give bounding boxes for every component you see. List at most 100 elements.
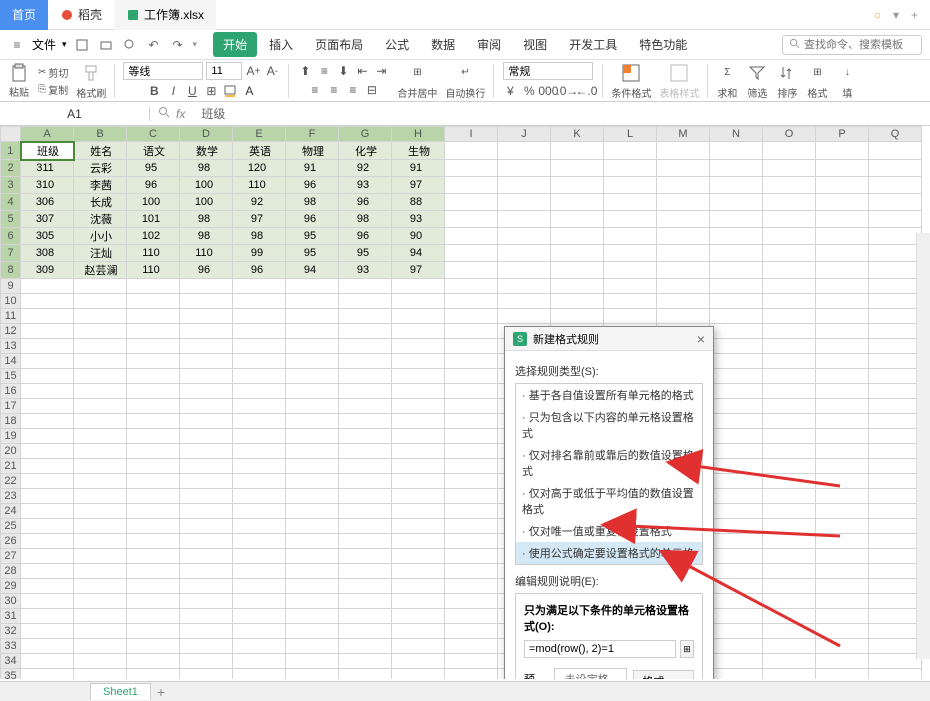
cell[interactable] bbox=[74, 369, 127, 384]
row-header[interactable]: 18 bbox=[1, 414, 21, 429]
cell[interactable] bbox=[710, 534, 763, 549]
cell[interactable] bbox=[180, 504, 233, 519]
cell[interactable]: 94 bbox=[392, 245, 445, 262]
cell[interactable] bbox=[551, 279, 604, 294]
cell[interactable] bbox=[763, 262, 816, 279]
format-btn[interactable]: ⊞ 格式 bbox=[806, 62, 828, 100]
cell[interactable] bbox=[763, 339, 816, 354]
cell[interactable]: 110 bbox=[180, 245, 233, 262]
cell[interactable] bbox=[445, 194, 498, 211]
cell[interactable] bbox=[710, 564, 763, 579]
cell[interactable] bbox=[180, 294, 233, 309]
cell[interactable] bbox=[445, 669, 498, 680]
cell[interactable] bbox=[445, 262, 498, 279]
cell[interactable] bbox=[392, 534, 445, 549]
cell[interactable] bbox=[710, 639, 763, 654]
ribbon-tab-dev[interactable]: 开发工具 bbox=[559, 32, 627, 57]
cell[interactable] bbox=[816, 489, 869, 504]
cell[interactable] bbox=[763, 414, 816, 429]
cell[interactable]: 98 bbox=[180, 228, 233, 245]
cell[interactable]: 班级 bbox=[21, 142, 74, 160]
cell[interactable] bbox=[233, 354, 286, 369]
cell[interactable] bbox=[21, 579, 74, 594]
cell[interactable]: 100 bbox=[180, 194, 233, 211]
cell[interactable] bbox=[180, 519, 233, 534]
cell[interactable] bbox=[180, 339, 233, 354]
col-header[interactable]: F bbox=[286, 127, 339, 142]
cell[interactable] bbox=[233, 324, 286, 339]
cell[interactable] bbox=[392, 324, 445, 339]
cell[interactable] bbox=[763, 459, 816, 474]
cell[interactable] bbox=[710, 474, 763, 489]
cell[interactable] bbox=[445, 354, 498, 369]
cell[interactable] bbox=[710, 194, 763, 211]
cell[interactable] bbox=[127, 279, 180, 294]
cell[interactable] bbox=[233, 519, 286, 534]
cell[interactable] bbox=[498, 309, 551, 324]
cell[interactable] bbox=[21, 309, 74, 324]
cell[interactable] bbox=[763, 654, 816, 669]
cell[interactable]: 95 bbox=[286, 245, 339, 262]
cell[interactable] bbox=[286, 609, 339, 624]
cell[interactable] bbox=[869, 279, 922, 294]
cell[interactable] bbox=[816, 519, 869, 534]
cell[interactable] bbox=[180, 414, 233, 429]
cell[interactable] bbox=[445, 414, 498, 429]
cell[interactable] bbox=[233, 669, 286, 680]
cell[interactable] bbox=[869, 534, 922, 549]
cell[interactable] bbox=[127, 579, 180, 594]
cut-btn[interactable]: ✂剪切 bbox=[38, 65, 68, 80]
cell[interactable]: 306 bbox=[21, 194, 74, 211]
cell[interactable] bbox=[21, 279, 74, 294]
align-left-icon[interactable]: ≡ bbox=[307, 82, 323, 98]
cell[interactable] bbox=[445, 429, 498, 444]
cell[interactable] bbox=[21, 519, 74, 534]
cell[interactable] bbox=[74, 474, 127, 489]
cell[interactable] bbox=[74, 459, 127, 474]
cell[interactable] bbox=[445, 654, 498, 669]
cell[interactable] bbox=[763, 399, 816, 414]
cell[interactable] bbox=[869, 399, 922, 414]
cell[interactable] bbox=[339, 549, 392, 564]
cell[interactable] bbox=[74, 354, 127, 369]
cell[interactable] bbox=[233, 474, 286, 489]
cell[interactable] bbox=[339, 504, 392, 519]
close-icon[interactable]: × bbox=[697, 331, 705, 347]
cell[interactable] bbox=[392, 564, 445, 579]
cell[interactable] bbox=[392, 489, 445, 504]
cell[interactable] bbox=[445, 639, 498, 654]
cell[interactable] bbox=[445, 474, 498, 489]
cell[interactable]: 305 bbox=[21, 228, 74, 245]
tab-daoké[interactable]: 稻壳 bbox=[48, 0, 114, 30]
cell[interactable] bbox=[339, 369, 392, 384]
cell[interactable] bbox=[710, 279, 763, 294]
cell[interactable] bbox=[339, 489, 392, 504]
cell[interactable] bbox=[816, 211, 869, 228]
cell[interactable] bbox=[551, 194, 604, 211]
cell[interactable] bbox=[657, 177, 710, 194]
cell[interactable]: 95 bbox=[286, 228, 339, 245]
cell[interactable] bbox=[127, 564, 180, 579]
cell[interactable] bbox=[710, 669, 763, 680]
col-header[interactable]: K bbox=[551, 127, 604, 142]
search-ref-icon[interactable] bbox=[158, 106, 170, 121]
cell[interactable] bbox=[339, 414, 392, 429]
cell[interactable] bbox=[445, 228, 498, 245]
cell[interactable] bbox=[816, 444, 869, 459]
cell[interactable] bbox=[21, 369, 74, 384]
ribbon-tab-special[interactable]: 特色功能 bbox=[629, 32, 697, 57]
cell[interactable] bbox=[233, 279, 286, 294]
cell[interactable] bbox=[816, 399, 869, 414]
cell[interactable] bbox=[869, 369, 922, 384]
undo-icon[interactable]: ↶ bbox=[145, 36, 163, 54]
cell[interactable] bbox=[816, 177, 869, 194]
cell[interactable]: 100 bbox=[127, 194, 180, 211]
cell[interactable]: 93 bbox=[339, 177, 392, 194]
cell[interactable] bbox=[763, 324, 816, 339]
cell[interactable]: 李茜 bbox=[74, 177, 127, 194]
cell[interactable] bbox=[180, 459, 233, 474]
ribbon-tab-data[interactable]: 数据 bbox=[421, 32, 465, 57]
cell[interactable]: 数学 bbox=[180, 142, 233, 160]
cell[interactable] bbox=[127, 339, 180, 354]
col-header[interactable]: J bbox=[498, 127, 551, 142]
